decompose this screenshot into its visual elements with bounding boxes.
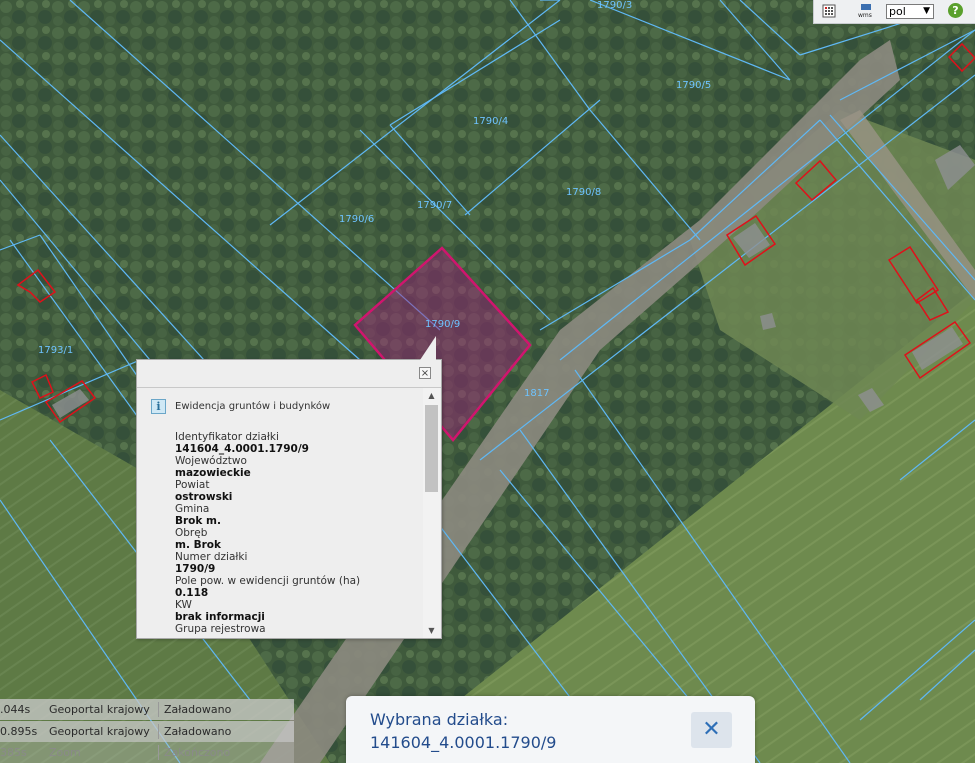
field-value: m. Brok: [175, 539, 221, 551]
selected-parcel-panel: Wybrana działka: 141604_4.0001.1790/9 ✕: [346, 696, 755, 763]
popup-scrollbar[interactable]: ▲ ▼: [423, 388, 440, 638]
status-time: .044s: [0, 703, 31, 716]
field-value: 0.118: [175, 587, 209, 599]
svg-text:wms: wms: [858, 12, 872, 18]
status-source: Geoportal krajowy: [49, 703, 150, 716]
status-state: Załadowano: [164, 725, 232, 738]
parcel-label: 1817: [524, 388, 549, 399]
scroll-up-icon[interactable]: ▲: [423, 388, 440, 403]
status-row: 385s Zoom Zakończono: [0, 742, 294, 763]
scroll-thumb[interactable]: [425, 405, 438, 492]
language-select[interactable]: pol ▼: [886, 4, 934, 19]
field-label: Obręb: [175, 527, 208, 539]
parcel-label: 1790/9: [425, 319, 460, 330]
field-value: 141604_4.0001.1790/9: [175, 443, 309, 455]
wms-icon[interactable]: wms: [858, 4, 875, 18]
field-label: Województwo: [175, 455, 247, 467]
parcel-label: 1790/4: [473, 116, 508, 127]
section-title: Ewidencja gruntów i budynków: [175, 401, 331, 412]
popup-close-button[interactable]: ×: [419, 367, 431, 379]
field-label: Powiat: [175, 479, 210, 491]
field-label: Numer działki: [175, 551, 248, 563]
parcel-label: 1790/5: [676, 80, 711, 91]
field-label: Gmina: [175, 503, 210, 515]
status-source: Geoportal krajowy: [49, 725, 150, 738]
parcel-label: 1790/6: [339, 214, 374, 225]
parcel-label: 1790/8: [566, 187, 601, 198]
parcel-label: 1790/7: [417, 200, 452, 211]
field-value: mazowieckie: [175, 467, 251, 479]
scroll-down-icon[interactable]: ▼: [423, 623, 440, 638]
field-value: [175, 635, 415, 638]
map-toolbar: wms pol ▼ ?: [813, 0, 975, 24]
status-time: 385s: [0, 746, 27, 759]
feature-info-popup: × i Ewidencja gruntów i budynków Identyf…: [136, 336, 442, 639]
info-icon: i: [151, 399, 166, 414]
parcel-label: 1793/1: [38, 345, 73, 356]
field-label: Identyfikator działki: [175, 431, 279, 443]
close-selection-button[interactable]: ✕: [691, 712, 732, 748]
field-label: KW: [175, 599, 192, 611]
attribute-list: Identyfikator działki 141604_4.0001.1790…: [175, 431, 415, 638]
chevron-down-icon: ▼: [923, 6, 930, 16]
selected-parcel-label: Wybrana działka:: [370, 710, 509, 729]
popup-pointer: [420, 336, 436, 360]
print-icon[interactable]: [822, 4, 836, 18]
popup-body: i Ewidencja gruntów i budynków Identyfik…: [137, 388, 423, 638]
layer-status-log: .044s Geoportal krajowy Załadowano 0.895…: [0, 699, 296, 763]
popup-header: ×: [137, 360, 441, 388]
help-button[interactable]: ?: [948, 3, 963, 18]
status-divider: [158, 702, 159, 717]
status-divider: [158, 724, 159, 739]
selected-parcel-id: 141604_4.0001.1790/9: [370, 733, 557, 752]
parcel-label: 1790/3: [597, 0, 632, 11]
status-time: 0.895s: [0, 725, 38, 738]
status-source: Zoom: [49, 746, 81, 759]
field-value: brak informacji: [175, 611, 265, 623]
status-state: Zakończono: [164, 746, 231, 759]
field-value: 1790/9: [175, 563, 216, 575]
status-row: .044s Geoportal krajowy Załadowano: [0, 699, 294, 720]
status-divider: [158, 745, 159, 760]
field-label: Pole pow. w ewidencji gruntów (ha): [175, 575, 361, 587]
field-value: Brok m.: [175, 515, 221, 527]
field-label: Grupa rejestrowa: [175, 623, 266, 635]
status-row: 0.895s Geoportal krajowy Załadowano: [0, 721, 294, 742]
status-state: Załadowano: [164, 703, 232, 716]
field-value: ostrowski: [175, 491, 233, 503]
language-value: pol: [889, 5, 906, 18]
